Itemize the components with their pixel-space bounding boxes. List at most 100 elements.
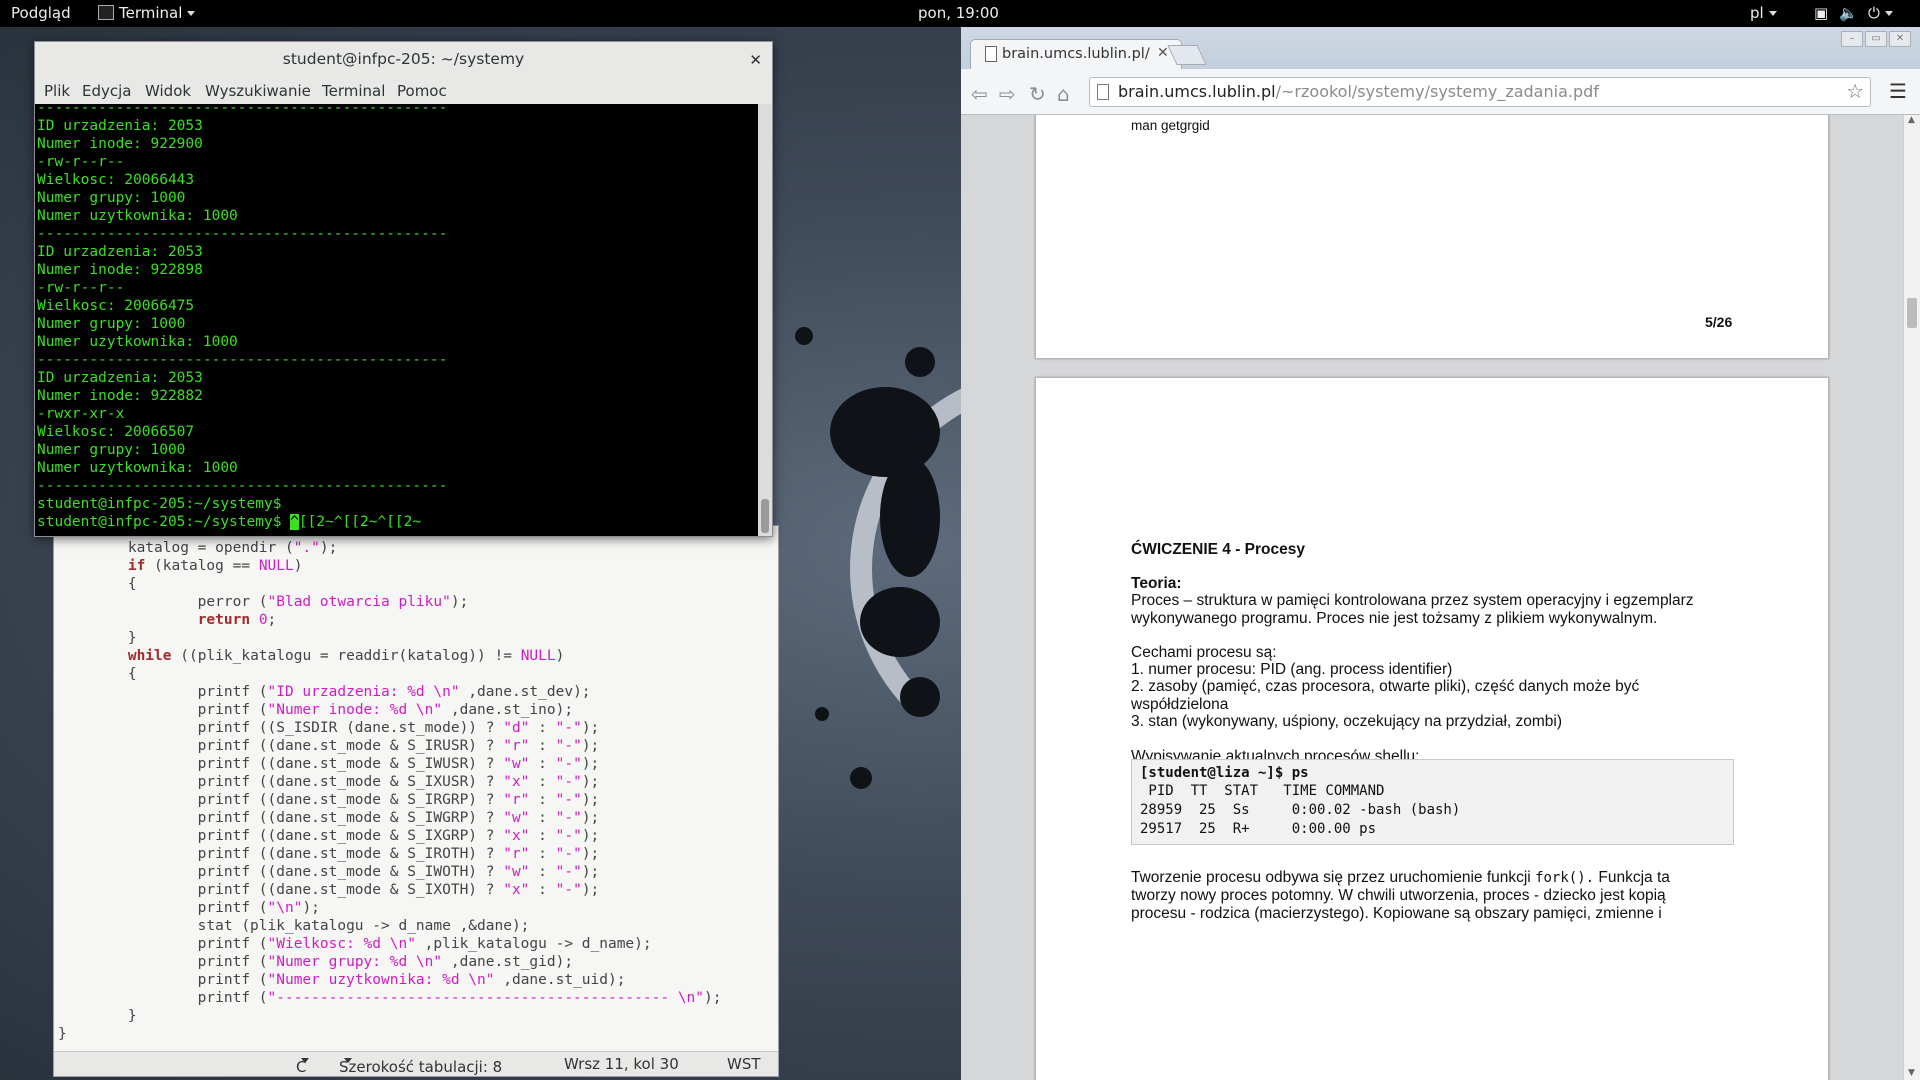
terminal-line: Numer uzytkownika: 1000: [37, 334, 238, 350]
reload-icon[interactable]: ↻: [1029, 82, 1046, 106]
scrollbar-thumb[interactable]: [761, 499, 769, 533]
scroll-up-icon[interactable]: ▲: [1908, 115, 1915, 125]
code-line: perror ("Blad otwarcia pliku");: [58, 594, 469, 610]
pdf-viewer[interactable]: man getgrgid 5/26 ĆWICZENIE 4 - Procesy …: [961, 115, 1903, 1080]
app-menu[interactable]: Terminal: [98, 4, 196, 22]
terminal-line: ----------------------------------------…: [37, 478, 448, 494]
minimize-icon[interactable]: –: [1841, 31, 1863, 47]
menubar: Plik Edycja Widok Wyszukiwanie Terminal …: [35, 78, 772, 103]
keyboard-layout-indicator[interactable]: pl: [1750, 4, 1777, 22]
insert-mode: WST: [727, 1055, 761, 1073]
terminal-line: ----------------------------------------…: [37, 226, 448, 242]
terminal-line: Numer uzytkownika: 1000: [37, 460, 238, 476]
cursor-position: Wrsz 11, kol 30: [564, 1055, 679, 1073]
browser-toolbar: ⇦ ⇨ ↻ ⌂ brain.umcs.lublin.pl/~rzookol/sy…: [961, 69, 1920, 115]
code-block: [student@liza ~]$ ps PID TT STAT TIME CO…: [1131, 759, 1734, 845]
pdf-text-run: Funkcja ta: [1594, 869, 1670, 886]
code-line: while ((plik_katalogu = readdir(katalog)…: [127, 648, 565, 664]
browser-tab[interactable]: brain.umcs.lublin.pl/ ✕: [970, 39, 1182, 70]
display-icon[interactable]: ▣: [1814, 4, 1828, 22]
browser-window[interactable]: brain.umcs.lublin.pl/ ✕ – ▭ ✕ ⇦ ⇨ ↻ ⌂ br…: [961, 27, 1920, 1080]
code-line: printf ((S_ISDIR (dane.st_mode)) ? "d" :…: [58, 720, 600, 736]
code-line: printf ((dane.st_mode & S_IWGRP) ? "w" :…: [58, 810, 600, 826]
menu-file[interactable]: Plik: [44, 82, 70, 100]
menu-help[interactable]: Pomoc: [397, 82, 447, 100]
menu-icon[interactable]: ☰: [1889, 79, 1907, 103]
prompt: student@infpc-205:~/systemy$: [37, 514, 291, 530]
code-line: printf ("Numer uzytkownika: %d \n" ,dane…: [58, 972, 626, 988]
page-number: 5/26: [1705, 314, 1733, 330]
wallpaper-splat: [860, 587, 940, 657]
pdf-text: wykonywanego programu. Proces nie jest t…: [1131, 610, 1658, 627]
code-line: printf ((dane.st_mode & S_IRUSR) ? "r" :…: [58, 738, 600, 754]
code-line: }: [58, 1026, 67, 1042]
window-title: student@infpc-205: ~/systemy: [282, 50, 525, 68]
forward-icon[interactable]: ⇨: [999, 82, 1016, 106]
wallpaper-splat: [900, 677, 940, 717]
code-line: printf ("-------------------------------…: [58, 990, 722, 1006]
code-line: katalog = opendir (".");: [58, 540, 338, 556]
pdf-text: Cechami procesu są:: [1131, 644, 1277, 661]
url-path: /~rzookol/systemy/systemy_zadania.pdf: [1275, 82, 1599, 101]
pdf-text: 3. stan (wykonywany, uśpiony, oczekujący…: [1131, 713, 1563, 730]
menu-search[interactable]: Wyszukiwanie: [205, 82, 311, 100]
terminal-line: ID urzadzenia: 2053: [37, 118, 203, 134]
code-line: }: [58, 630, 137, 646]
code-line: [student@liza ~]$ ps: [1140, 765, 1309, 781]
clock[interactable]: pon, 19:00: [918, 4, 999, 22]
menu-view[interactable]: Widok: [145, 82, 191, 100]
code-line: {: [58, 666, 137, 682]
close-icon[interactable]: ✕: [1157, 45, 1169, 61]
pdf-text: Tworzenie procesu odbywa się przez uruch…: [1131, 869, 1670, 887]
terminal-output[interactable]: ----------------------------------------…: [35, 104, 758, 536]
bookmark-star-icon[interactable]: ☆: [1846, 79, 1864, 103]
text-cursor: ^: [290, 514, 299, 530]
back-icon[interactable]: ⇦: [971, 82, 988, 106]
code-line: printf ("Wielkosc: %d \n" ,plik_katalogu…: [58, 936, 652, 952]
pdf-text: 1. numer procesu: PID (ang. process iden…: [1131, 661, 1453, 678]
close-icon[interactable]: ✕: [749, 51, 762, 69]
terminal-line: Numer grupy: 1000: [37, 442, 186, 458]
terminal-line: Numer inode: 922882: [37, 388, 203, 404]
code-line: printf ((dane.st_mode & S_IRGRP) ? "r" :…: [58, 792, 600, 808]
pdf-text: procesu - rodzica (macierzystego). Kopio…: [1131, 905, 1662, 922]
text-editor-window[interactable]: { katalog = opendir ("."); if (katalog =…: [53, 522, 779, 1077]
code-line: PID TT STAT TIME COMMAND: [1140, 783, 1385, 799]
scrollbar[interactable]: [758, 104, 772, 536]
scroll-down-icon[interactable]: ▼: [1908, 1068, 1915, 1078]
terminal-line: -rw-r--r--: [37, 154, 125, 170]
code-area[interactable]: { katalog = opendir ("."); if (katalog =…: [54, 522, 778, 1051]
tab-strip: brain.umcs.lublin.pl/ ✕ – ▭ ✕: [961, 27, 1920, 70]
menu-terminal[interactable]: Terminal: [322, 82, 385, 100]
close-icon[interactable]: ✕: [1889, 31, 1911, 47]
scrollbar[interactable]: ▲ ▼: [1903, 115, 1920, 1080]
code-line: if (katalog == NULL): [127, 558, 303, 574]
code-line: printf ("Numer inode: %d \n" ,dane.st_in…: [58, 702, 574, 718]
pdf-heading: ĆWICZENIE 4 - Procesy: [1131, 541, 1305, 558]
code-line: printf ((dane.st_mode & S_IROTH) ? "r" :…: [58, 846, 600, 862]
terminal-prompt-line: student@infpc-205:~/systemy$ ^[[2~^[[2~^…: [37, 514, 421, 530]
terminal-window[interactable]: student@infpc-205: ~/systemy ✕ Plik Edyc…: [34, 41, 773, 537]
terminal-line: Wielkosc: 20066475: [37, 298, 195, 314]
scrollbar-thumb[interactable]: [1907, 298, 1917, 328]
code-line: printf ("ID urzadzenia: %d \n" ,dane.st_…: [58, 684, 591, 700]
code-line: printf ("Numer grupy: %d \n" ,dane.st_gi…: [58, 954, 574, 970]
pdf-inline-code: fork().: [1535, 870, 1595, 886]
tab-title: brain.umcs.lublin.pl/: [1002, 46, 1150, 62]
activities-button[interactable]: Podgląd: [11, 4, 71, 22]
keyboard-layout-label: pl: [1750, 4, 1764, 22]
power-icon[interactable]: ⏻: [1868, 4, 1893, 22]
chevron-down-icon: [1768, 11, 1777, 16]
terminal-line: ----------------------------------------…: [37, 104, 448, 116]
maximize-icon[interactable]: ▭: [1865, 31, 1887, 47]
chevron-down-icon: [344, 1058, 352, 1063]
terminal-line: Numer inode: 922900: [37, 136, 203, 152]
pdf-text: 2. zasoby (pamięć, czas procesora, otwar…: [1131, 678, 1640, 695]
home-icon[interactable]: ⌂: [1057, 82, 1070, 106]
wallpaper-splat: [815, 707, 829, 721]
code-line: printf ((dane.st_mode & S_IXUSR) ? "x" :…: [58, 774, 600, 790]
wallpaper-splat: [880, 457, 940, 577]
volume-icon[interactable]: 🔈: [1839, 4, 1858, 22]
address-bar[interactable]: brain.umcs.lublin.pl/~rzookol/systemy/sy…: [1089, 77, 1871, 107]
menu-edit[interactable]: Edycja: [82, 82, 131, 100]
